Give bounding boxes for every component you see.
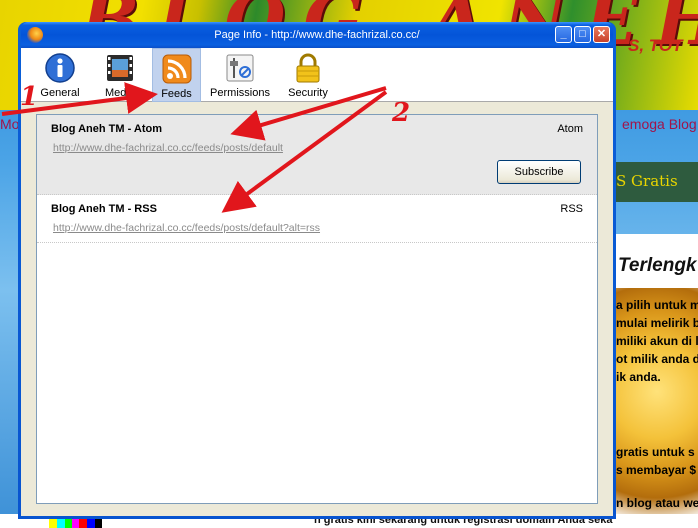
feed-url-link[interactable]: http://www.dhe-fachrizal.co.cc/feeds/pos…: [53, 142, 283, 154]
title-bar[interactable]: Page Info - http://www.dhe-fachrizal.co.…: [21, 22, 613, 48]
window-title: Page Info - http://www.dhe-fachrizal.co.…: [214, 29, 420, 41]
post-text-line: mulai melirik b: [616, 316, 698, 330]
annotation-number-1: 1: [20, 82, 39, 112]
post-text-line: s membayar $: [616, 463, 697, 477]
feed-title: Blog Aneh TM - RSS: [51, 203, 157, 215]
tab-feeds[interactable]: Feeds: [152, 48, 201, 102]
marquee-text-right: emoga Blog: [622, 116, 697, 132]
feed-type: Atom: [557, 123, 583, 135]
post-text-line: a pilih untuk m: [616, 298, 698, 312]
tab-label: Media: [105, 87, 135, 99]
subscribe-button[interactable]: Subscribe: [497, 160, 581, 184]
post-text-line: n blog atau we: [616, 496, 698, 510]
maximize-button[interactable]: □: [574, 26, 591, 43]
tab-label: Security: [288, 87, 328, 99]
post-text-line: gratis untuk s: [616, 445, 695, 459]
tab-security[interactable]: Security: [283, 48, 333, 102]
minimize-button[interactable]: _: [555, 26, 572, 43]
close-button[interactable]: ✕: [593, 26, 610, 43]
feed-title: Blog Aneh TM - Atom: [51, 123, 162, 135]
tab-label: Feeds: [161, 88, 192, 100]
tab-label: General: [40, 87, 80, 99]
permissions-icon: [224, 52, 256, 84]
info-icon: [44, 52, 76, 84]
list-item[interactable]: Blog Aneh TM - Atom Atom http://www.dhe-…: [37, 115, 597, 195]
tab-general[interactable]: General: [35, 48, 85, 102]
feed-url-link[interactable]: http://www.dhe-fachrizal.co.cc/feeds/pos…: [53, 222, 320, 234]
lock-icon: [292, 52, 324, 84]
media-icon: [104, 52, 136, 84]
marquee-text-left: Mo: [0, 116, 20, 132]
post-text-line: miliki akun di l: [616, 334, 698, 348]
rss-feed-icon: [161, 53, 193, 85]
tab-label: Permissions: [210, 87, 270, 99]
dialog-client-area: General Media Feeds Permissions Security…: [21, 48, 613, 516]
blog-tagline: S, TOT: [628, 36, 683, 55]
tab-media[interactable]: Media: [95, 48, 145, 102]
page-info-window: Page Info - http://www.dhe-fachrizal.co.…: [18, 22, 616, 519]
feeds-list: Blog Aneh TM - Atom Atom http://www.dhe-…: [36, 114, 598, 504]
color-swatches: [42, 519, 102, 528]
post-text-line: ik anda.: [616, 370, 661, 384]
annotation-number-2: 2: [392, 98, 411, 128]
page-info-toolbar: General Media Feeds Permissions Security: [21, 48, 613, 102]
tab-permissions[interactable]: Permissions: [207, 48, 273, 102]
feed-type: RSS: [560, 203, 583, 215]
list-item[interactable]: Blog Aneh TM - RSS RSS http://www.dhe-fa…: [37, 195, 597, 243]
blog-nav-item[interactable]: S Gratis: [616, 172, 678, 190]
post-title[interactable]: Terlengk: [618, 255, 697, 277]
post-text-line: ot milik anda d: [616, 352, 698, 366]
